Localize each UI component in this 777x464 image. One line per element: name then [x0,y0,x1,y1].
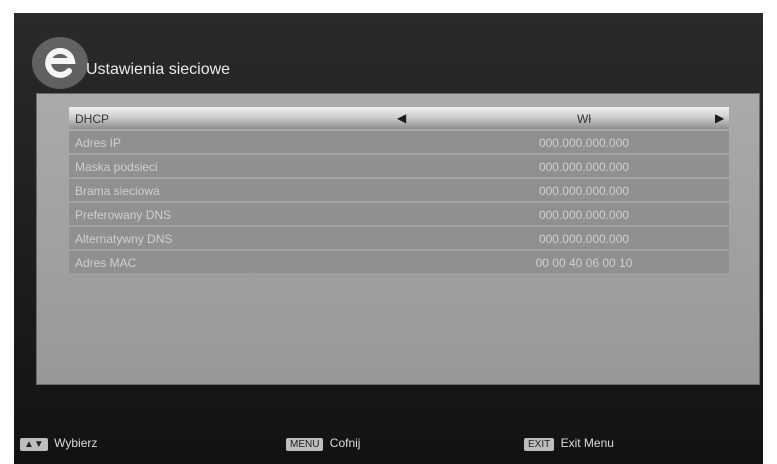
row-label: Adres MAC [75,256,137,270]
row-label: Adres IP [75,136,122,150]
hint-exit: EXIT Exit Menu [524,436,614,451]
tv-screen: Ustawienia sieciowe DHCP ◀ Wł ▶ Adres IP… [14,13,763,464]
row-brama-sieciowa[interactable]: Brama sieciowa 000.000.000.000 [69,179,729,201]
row-maska-podsieci[interactable]: Maska podsieci 000.000.000.000 [69,155,729,177]
left-arrow-icon[interactable]: ◀ [397,111,406,125]
exit-key: EXIT [524,438,555,451]
row-label: DHCP [75,112,110,126]
hint-select-label: Wybierz [54,436,98,450]
row-preferowany-dns[interactable]: Preferowany DNS 000.000.000.000 [69,203,729,225]
row-dhcp[interactable]: DHCP ◀ Wł ▶ [69,107,729,129]
right-arrow-icon[interactable]: ▶ [715,111,724,125]
row-value: 000.000.000.000 [538,136,630,150]
e-logo-icon [30,33,90,93]
hint-select: ▲▼ Wybierz [20,436,97,451]
row-adres-ip[interactable]: Adres IP 000.000.000.000 [69,131,729,153]
page-title: Ustawienia sieciowe [86,61,231,78]
row-value: 000.000.000.000 [538,208,630,222]
hint-menu: MENU Cofnij [286,436,360,451]
row-value: 000.000.000.000 [538,160,630,174]
network-settings-list: DHCP ◀ Wł ▶ Adres IP 000.000.000.000 Mas… [69,107,729,275]
row-label: Brama sieciowa [75,184,160,198]
hint-exit-label: Exit Menu [560,436,614,450]
row-adres-mac[interactable]: Adres MAC 00 00 40 06 00 10 [69,251,729,273]
row-value: 000.000.000.000 [538,184,630,198]
updown-arrow-icon: ▲▼ [20,438,48,451]
hint-menu-label: Cofnij [329,436,361,450]
row-label: Preferowany DNS [75,208,172,222]
row-value: 00 00 40 06 00 10 [535,256,633,270]
row-label: Alternatywny DNS [75,232,173,246]
menu-key: MENU [286,438,324,451]
row-value: Wł [577,112,591,126]
row-label: Maska podsieci [75,160,158,174]
settings-panel: DHCP ◀ Wł ▶ Adres IP 000.000.000.000 Mas… [36,93,760,385]
row-alternatywny-dns[interactable]: Alternatywny DNS 000.000.000.000 [69,227,729,249]
row-value: 000.000.000.000 [538,232,630,246]
